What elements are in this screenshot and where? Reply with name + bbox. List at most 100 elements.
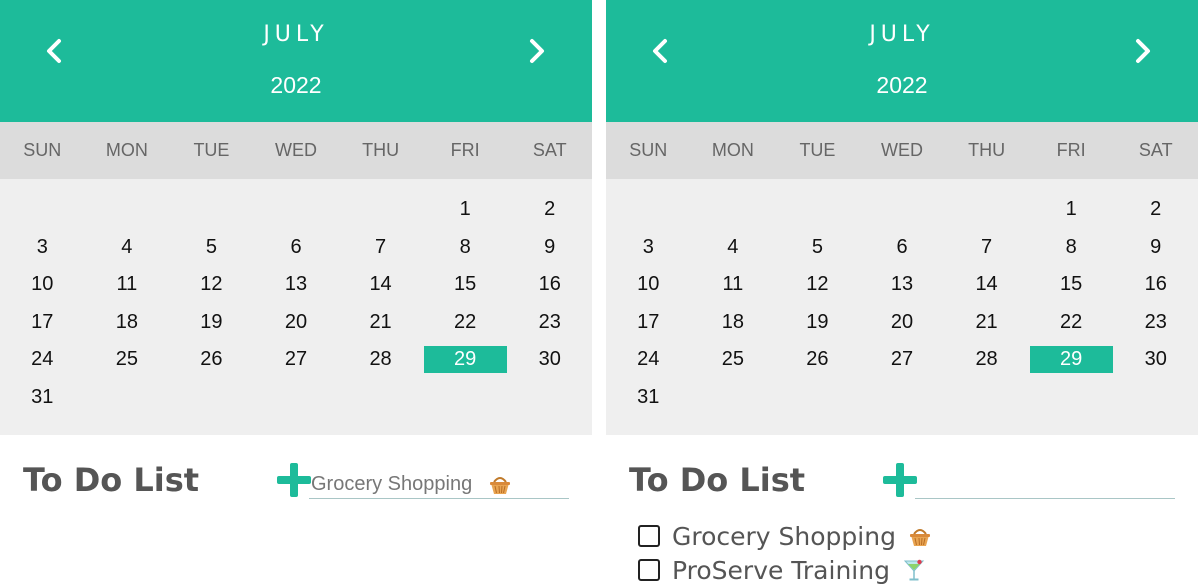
calendar-panel-right: JULY 2022 SUN MON TUE WED THU FRI SAT 12345678… [606, 0, 1198, 585]
day-cell[interactable]: 13 [255, 271, 338, 298]
days-grid: 1 2 3 4 5 6 7 8 9 10 11 12 13 14 15 16 17 18 19 20 21 22 23 24 2… [606, 179, 1198, 435]
weekday-mon: MON [711, 140, 754, 160]
day-cell[interactable]: 27 [255, 346, 338, 373]
day-cell[interactable]: 6 [255, 234, 338, 261]
day-cell[interactable]: 25 [691, 346, 774, 373]
day-cell[interactable]: 10 [607, 271, 690, 298]
todo-list: Grocery Shopping ProServe Training [638, 519, 932, 585]
day-cell[interactable]: 31 [1, 384, 84, 411]
todo-checkbox[interactable] [638, 525, 660, 547]
todo-section: To Do List Grocery Shopping ProServe Trai… [606, 435, 1198, 585]
day-cell[interactable]: 5 [170, 234, 253, 261]
weekday-tue: TUE [193, 140, 230, 160]
chevron-right-icon [1136, 39, 1150, 63]
weekday-row: SUN MON TUE WED THU FRI SAT [0, 122, 592, 179]
weekday-sat: SAT [1138, 140, 1173, 160]
todo-section: To Do List [0, 435, 592, 585]
day-cell[interactable]: 21 [339, 309, 422, 336]
day-cell[interactable]: 8 [424, 234, 507, 261]
day-cell[interactable]: 2 [1114, 196, 1197, 223]
day-cell[interactable]: 4 [85, 234, 168, 261]
todo-input[interactable] [309, 471, 569, 499]
day-cell[interactable]: 3 [607, 234, 690, 261]
day-cell[interactable]: 23 [1114, 309, 1197, 336]
weekday-tue: TUE [799, 140, 836, 160]
calendar-header: JULY 2022 [606, 0, 1198, 122]
day-cell[interactable]: 17 [607, 309, 690, 336]
day-cell[interactable]: 20 [861, 309, 944, 336]
day-cell[interactable]: 15 [1030, 271, 1113, 298]
day-cell[interactable]: 27 [861, 346, 944, 373]
todo-item: ProServe Training [638, 553, 932, 585]
weekday-thu: THU [968, 140, 1006, 160]
day-cell[interactable]: 24 [607, 346, 690, 373]
day-cell[interactable]: 22 [1030, 309, 1113, 336]
day-cell[interactable]: 14 [339, 271, 422, 298]
month-label: JULY [263, 22, 329, 47]
day-cell[interactable]: 18 [85, 309, 168, 336]
basket-icon [909, 529, 930, 546]
todo-checkbox[interactable] [638, 559, 660, 581]
day-cell[interactable]: 30 [1114, 346, 1197, 373]
day-cell[interactable]: 10 [1, 271, 84, 298]
add-todo-button[interactable] [277, 463, 311, 497]
day-cell[interactable]: 23 [508, 309, 591, 336]
day-cell[interactable]: 21 [945, 309, 1028, 336]
day-cell[interactable]: 3 [1, 234, 84, 261]
day-cell[interactable]: 28 [339, 346, 422, 373]
todo-item-label: Grocery Shopping [672, 521, 896, 551]
day-cell[interactable]: 8 [1030, 234, 1113, 261]
day-cell[interactable]: 16 [1114, 271, 1197, 298]
chevron-right-icon [530, 39, 544, 63]
day-cell[interactable]: 1 [1030, 196, 1113, 223]
weekday-sun: SUN [23, 140, 62, 160]
day-cell[interactable]: 12 [170, 271, 253, 298]
day-cell[interactable]: 14 [945, 271, 1028, 298]
day-cell[interactable]: 18 [691, 309, 774, 336]
year-label: 2022 [270, 72, 322, 98]
weekday-sat: SAT [532, 140, 567, 160]
weekday-row: SUN MON TUE WED THU FRI SAT [606, 122, 1198, 179]
day-cell[interactable]: 28 [945, 346, 1028, 373]
next-month-button[interactable] [1125, 33, 1161, 69]
day-cell[interactable]: 19 [776, 309, 859, 336]
day-cell[interactable]: 11 [691, 271, 774, 298]
day-cell[interactable]: 15 [424, 271, 507, 298]
day-cell[interactable]: 11 [85, 271, 168, 298]
day-cell-selected[interactable]: 29 [1029, 346, 1113, 373]
day-cell[interactable]: 20 [255, 309, 338, 336]
day-cell[interactable]: 7 [339, 234, 422, 261]
day-cell-selected[interactable]: 29 [423, 346, 507, 373]
day-cell[interactable]: 13 [861, 271, 944, 298]
day-cell[interactable]: 6 [861, 234, 944, 261]
day-cell[interactable]: 1 [424, 196, 507, 223]
month-label: JULY [869, 22, 935, 47]
day-cell[interactable]: 30 [508, 346, 591, 373]
day-cell[interactable]: 16 [508, 271, 591, 298]
cocktail-icon [903, 559, 925, 581]
day-cell[interactable]: 19 [170, 309, 253, 336]
day-cell[interactable]: 26 [170, 346, 253, 373]
day-cell[interactable]: 4 [691, 234, 774, 261]
todo-item-label: ProServe Training [672, 555, 890, 585]
day-cell[interactable]: 31 [607, 384, 690, 411]
day-cell[interactable]: 24 [1, 346, 84, 373]
weekday-wed: WED [881, 140, 924, 160]
day-cell[interactable]: 17 [1, 309, 84, 336]
day-cell[interactable]: 25 [85, 346, 168, 373]
day-cell[interactable]: 2 [508, 196, 591, 223]
todo-input[interactable] [915, 471, 1175, 499]
todo-title: To Do List [23, 461, 200, 499]
day-cell[interactable]: 9 [1114, 234, 1197, 261]
day-cell[interactable]: 9 [508, 234, 591, 261]
day-cell[interactable]: 26 [776, 346, 859, 373]
day-cell[interactable]: 12 [776, 271, 859, 298]
day-cell[interactable]: 5 [776, 234, 859, 261]
next-month-button[interactable] [519, 33, 555, 69]
day-cell[interactable]: 7 [945, 234, 1028, 261]
day-cell[interactable]: 22 [424, 309, 507, 336]
add-todo-button[interactable] [883, 463, 917, 497]
weekday-fri: FRI [450, 140, 480, 160]
calendar-header: JULY 2022 [0, 0, 592, 122]
days-grid: 1 2 3 4 5 6 7 8 9 10 11 12 13 14 15 16 17 18 19 20 21 22 23 24 2… [0, 179, 592, 435]
